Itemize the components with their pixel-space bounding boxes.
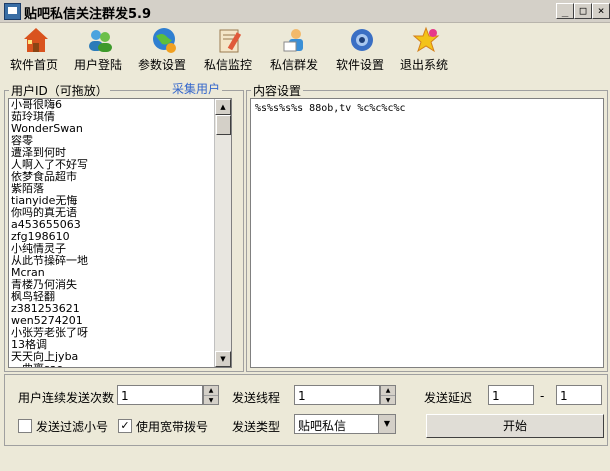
list-item[interactable]: 你吗的真无语 xyxy=(9,207,231,219)
threads-spinner[interactable]: ▲ ▼ xyxy=(380,385,396,405)
send-type-value: 贴吧私信 xyxy=(298,419,347,433)
list-item[interactable]: WonderSwan xyxy=(9,123,231,135)
delay-to-input[interactable]: 1 xyxy=(556,385,602,405)
list-item[interactable]: Mcran xyxy=(9,267,231,279)
users-panel-legend: 用户ID（可拖放） xyxy=(11,84,108,98)
content-text: %s%s%s%s 88ob,tv %c%c%c%c xyxy=(255,103,406,114)
toolbar-login-button[interactable]: 用户登陆 xyxy=(66,22,130,80)
send-count-label: 用户连续发送次数 xyxy=(18,391,115,405)
scroll-up-button[interactable]: ▲ xyxy=(215,99,231,115)
toolbar-params-button[interactable]: 参数设置 xyxy=(130,22,194,80)
threads-input[interactable]: 1 xyxy=(294,385,380,405)
chevron-down-icon[interactable]: ▼ xyxy=(378,415,395,433)
list-item[interactable]: wen5274201 xyxy=(9,315,231,327)
broadband-label: 使用宽带拨号 xyxy=(136,420,209,434)
toolbar: 软件首页 用户登陆 参数设置 私信监控 私信群发 软件设置 退出系统 xyxy=(0,22,610,80)
home-icon xyxy=(24,28,48,52)
send-count-spinner[interactable]: ▲ ▼ xyxy=(203,385,219,405)
send-count-input[interactable]: 1 xyxy=(117,385,203,405)
list-item[interactable]: zfg198610 xyxy=(9,231,231,243)
list-item[interactable]: 小哥很嗨6 xyxy=(9,99,231,111)
toolbar-massmail-button[interactable]: 私信群发 xyxy=(262,22,326,80)
toolbar-label: 私信监控 xyxy=(203,58,252,72)
content-panel-legend: 内容设置 xyxy=(253,84,302,98)
list-item[interactable]: 从此节操碎一地 xyxy=(9,255,231,267)
list-item[interactable]: 小张芳老张了呀 xyxy=(9,327,231,339)
globe-settings-icon xyxy=(153,28,176,53)
list-item[interactable]: 枫鸟轻翻 xyxy=(9,291,231,303)
list-item[interactable]: 茹玲琪倩 xyxy=(9,111,231,123)
list-item[interactable]: 依梦食品超市 xyxy=(9,171,231,183)
toolbar-label: 私信群发 xyxy=(269,58,318,72)
list-item[interactable]: 容零 xyxy=(9,135,231,147)
list-item[interactable]: 紫陌落 xyxy=(9,183,231,195)
list-item[interactable]: 一曲离sao xyxy=(9,363,231,367)
monitor-edit-icon xyxy=(219,29,242,53)
list-item[interactable]: 13格调 xyxy=(9,339,231,351)
gear-icon xyxy=(351,29,373,51)
toolbar-label: 软件设置 xyxy=(335,58,384,72)
list-item[interactable]: z381253621 xyxy=(9,303,231,315)
toolbar-exit-button[interactable]: 退出系统 xyxy=(392,22,456,80)
list-item[interactable]: 小纯情灵子 xyxy=(9,243,231,255)
broadband-checkbox[interactable]: ✓ xyxy=(118,419,132,433)
toolbar-monitor-button[interactable]: 私信监控 xyxy=(196,22,260,80)
toolbar-software-settings-button[interactable]: 软件设置 xyxy=(328,22,392,80)
toolbar-label: 软件首页 xyxy=(9,58,58,72)
toolbar-home-button[interactable]: 软件首页 xyxy=(2,22,66,80)
close-button[interactable]: × xyxy=(592,3,610,19)
content-textarea[interactable]: %s%s%s%s 88ob,tv %c%c%c%c xyxy=(250,98,604,368)
toolbar-label: 用户登陆 xyxy=(73,58,122,72)
window-title: 贴吧私信关注群发5.9 xyxy=(24,7,152,22)
users-icon xyxy=(89,30,112,52)
star-exit-icon xyxy=(412,26,440,53)
user-list-scrollbar[interactable]: ▲ ▼ xyxy=(214,99,231,367)
filter-checkbox[interactable] xyxy=(18,419,32,433)
send-type-label: 发送类型 xyxy=(232,420,281,434)
threads-label: 发送线程 xyxy=(232,391,281,405)
filter-label: 发送过滤小号 xyxy=(36,420,109,434)
mail-send-icon xyxy=(283,29,303,52)
scroll-down-button[interactable]: ▼ xyxy=(215,351,231,367)
collect-users-link[interactable]: 采集用户 xyxy=(170,80,223,97)
delay-from-input[interactable]: 1 xyxy=(488,385,534,405)
app-icon xyxy=(4,3,21,20)
list-item[interactable]: 遭泽到何时 xyxy=(9,147,231,159)
start-button[interactable]: 开始 xyxy=(426,414,604,438)
list-item[interactable]: 人啊入了不好写 xyxy=(9,159,231,171)
scroll-thumb[interactable] xyxy=(216,115,231,135)
delay-label: 发送延迟 xyxy=(424,391,473,405)
toolbar-label: 退出系统 xyxy=(399,58,448,72)
send-type-select[interactable]: 贴吧私信 ▼ xyxy=(294,414,396,434)
minimize-button[interactable]: _ xyxy=(556,3,574,19)
user-id-list[interactable]: 小哥很嗨6 茹玲琪倩 WonderSwan 容零 遭泽到何时 人啊入了不好写 依梦食品超市紫… xyxy=(8,98,232,368)
toolbar-label: 参数设置 xyxy=(137,58,186,72)
list-item[interactable]: a453655063 xyxy=(9,219,231,231)
title-bar: 贴吧私信关注群发5.9 _ □ × xyxy=(0,0,610,23)
list-item[interactable]: 天天向上jyba xyxy=(9,351,231,363)
list-item[interactable]: 青楼乃何消失 xyxy=(9,279,231,291)
list-item[interactable]: tianyide无悔 xyxy=(9,195,231,207)
delay-separator: - xyxy=(540,389,545,403)
maximize-button[interactable]: □ xyxy=(574,3,592,19)
